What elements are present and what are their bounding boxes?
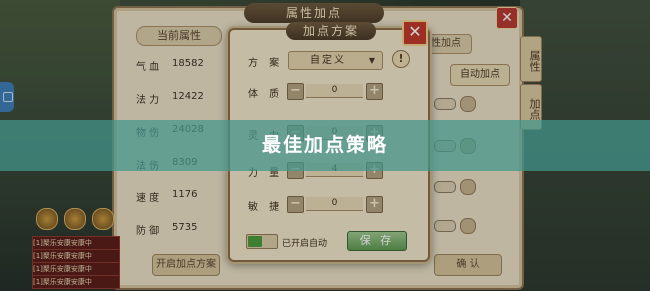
banner-title: 最佳加点策略 [261, 134, 388, 156]
